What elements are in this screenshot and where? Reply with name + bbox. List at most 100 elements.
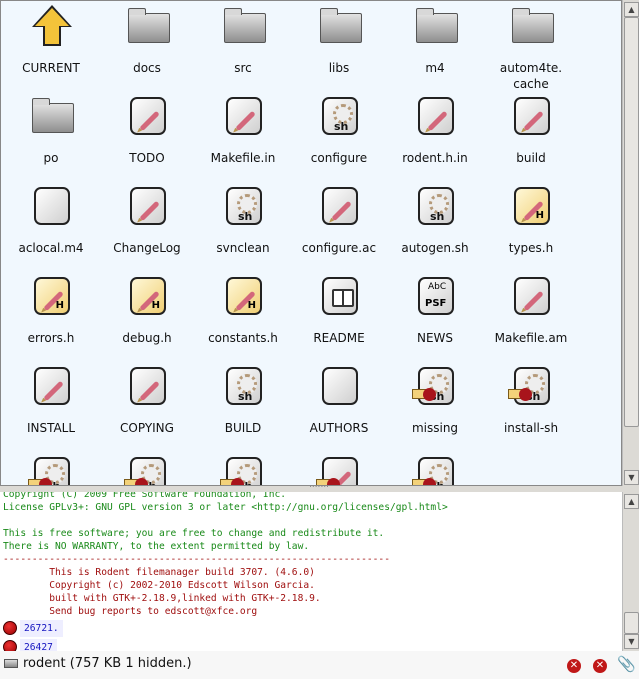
psf-label: PSF [425, 298, 447, 309]
console-line: This is Rodent filemanager build 3707. (… [3, 567, 315, 578]
folder-file-icon [512, 5, 554, 47]
console-scroll-up-button[interactable]: ▲ [624, 494, 639, 509]
h-label: H [151, 300, 160, 311]
folder-file-icon [320, 5, 362, 47]
file-name: m4 [425, 61, 445, 75]
header-file-icon: H [128, 275, 166, 317]
script-link-file-icon: sh [412, 365, 454, 407]
process-id[interactable]: 26721. [20, 620, 63, 637]
h-label: H [247, 300, 256, 311]
file-name: Makefile.am [494, 331, 568, 345]
sh-label: sh [430, 210, 445, 223]
close-icon[interactable]: ✕ [593, 659, 607, 673]
file-name: autogen.sh [401, 241, 469, 255]
console-scrollbar[interactable]: ▲ ▼ [622, 492, 639, 651]
file-name: debug.h [122, 331, 172, 345]
file-name: autom4te. cache [499, 61, 563, 91]
text-file-icon [224, 95, 262, 137]
folder-file-icon [224, 5, 266, 47]
text-file-icon [512, 275, 550, 317]
header-file-icon: H [32, 275, 70, 317]
scroll-down-button[interactable]: ▼ [624, 470, 639, 485]
icon-view-scrollbar[interactable]: ▲ ▼ [622, 0, 639, 486]
console-line: This is free software; you are free to c… [3, 528, 385, 539]
file-name: src [234, 61, 252, 75]
script-link-file-icon: sh [28, 455, 70, 485]
file-name: BUILD [224, 421, 262, 435]
file-name: aclocal.m4 [18, 241, 84, 255]
text-file-icon [128, 95, 166, 137]
folder-file-icon [32, 95, 74, 137]
file-name: TODO [129, 151, 165, 165]
status-bar: rodent (757 KB 1 hidden.) ✕ ✕ 📎 [0, 651, 639, 679]
script-link-file-icon: sh [412, 455, 454, 485]
file-name: CURRENT [22, 61, 80, 75]
text-file-icon [416, 95, 454, 137]
console-output: Copyright (C) 2009 Free Software Foundat… [0, 492, 622, 651]
symlink-icon [412, 388, 436, 401]
file-name: configure [310, 151, 368, 165]
file-icon-view: CURRENT docs src libs m4 autom4te. cache po TOD… [0, 0, 622, 486]
console-line: ----------------------------------------… [3, 554, 390, 565]
file-name: types.h [508, 241, 554, 255]
file-name: AUTHORS [309, 421, 369, 435]
blank-file-icon [32, 185, 70, 227]
file-name: COPYING [120, 421, 174, 435]
file-name: INSTALL [26, 421, 76, 435]
paperclip-icon[interactable]: 📎 [617, 655, 636, 673]
console-line: License GPLv3+: GNU GPL version 3 or lat… [3, 502, 448, 513]
file-name: README [313, 331, 365, 345]
sh-label: sh [334, 120, 349, 133]
console-scroll-down-button[interactable]: ▼ [624, 634, 639, 649]
psf-file-icon: AbC PSF [416, 275, 454, 317]
symlink-icon [124, 478, 148, 485]
console-line: Send bug reports to edscott@xfce.org [3, 606, 258, 617]
h-label: H [535, 210, 544, 221]
scroll-thumb[interactable] [624, 17, 639, 427]
script-file-icon: sh [416, 185, 454, 227]
script-file-icon: sh [320, 95, 358, 137]
file-name: docs [133, 61, 161, 75]
sh-label: sh [238, 210, 253, 223]
process-id[interactable]: 26427 [20, 639, 57, 651]
file-name: build [516, 151, 546, 165]
book-file-icon [320, 275, 358, 317]
file-name: errors.h [27, 331, 75, 345]
script-link-file-icon: sh [124, 455, 166, 485]
blank-file-icon [320, 365, 358, 407]
symlink-icon [28, 478, 52, 485]
file-name: constants.h [208, 331, 278, 345]
console-scroll-thumb[interactable] [624, 612, 639, 634]
scroll-up-button[interactable]: ▲ [624, 2, 639, 17]
file-name: ChangeLog [113, 241, 181, 255]
text-file-icon [128, 365, 166, 407]
file-name: rodent.h.in [402, 151, 468, 165]
file-name: missing [411, 421, 459, 435]
text-file-icon [32, 365, 70, 407]
script-file-icon: sh [224, 185, 262, 227]
sh-label: sh [238, 390, 253, 403]
text-link-file-icon [316, 455, 358, 485]
close-icon[interactable]: ✕ [567, 659, 581, 673]
script-link-file-icon: sh [220, 455, 262, 485]
console-line: There is NO WARRANTY, to the extent perm… [3, 541, 310, 552]
file-name: libs [328, 61, 350, 75]
console-line: Copyright (C) 2009 Free Software Foundat… [3, 492, 287, 500]
file-name: configure.ac [301, 241, 377, 255]
script-file-icon: sh [224, 365, 262, 407]
file-name: Makefile.in [210, 151, 276, 165]
text-file-icon [128, 185, 166, 227]
header-file-icon: H [512, 185, 550, 227]
console-line: built with GTK+-2.18.9,linked with GTK+-… [3, 593, 321, 604]
console-line: Copyright (c) 2002-2010 Edscott Wilson G… [3, 580, 315, 591]
file-name: NEWS [416, 331, 454, 345]
folder-file-icon [416, 5, 458, 47]
folder-icon [4, 659, 18, 668]
process-status-icon[interactable] [3, 621, 17, 635]
folder-file-icon [128, 5, 170, 47]
process-status-icon[interactable] [3, 640, 17, 651]
file-name: svnclean [216, 241, 270, 255]
file-name: install-sh [503, 421, 559, 435]
status-text: rodent (757 KB 1 hidden.) [23, 656, 192, 671]
script-link-file-icon: sh [508, 365, 550, 407]
